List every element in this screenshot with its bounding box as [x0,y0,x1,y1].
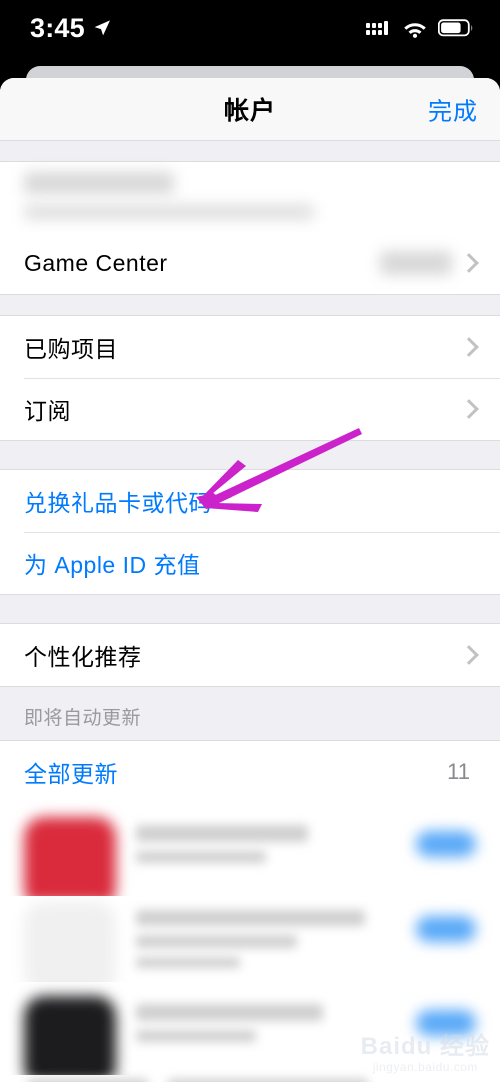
app-info [136,817,396,872]
row-update-all[interactable]: 全部更新 11 [0,741,500,803]
chevron-right-icon [459,253,479,273]
chevron-right-icon [459,645,479,665]
phone-screen: 3:45 帐户 完成 Game Center 已购项目 订阅 兑换礼品卡或代码 … [0,0,500,1082]
app-subtitle-redacted [136,1030,256,1042]
app-name-redacted [136,825,308,842]
app-update-button[interactable] [416,831,476,857]
game-center-value-redacted [380,251,452,275]
update-all-group: 全部更新 11 [0,741,500,803]
row-label-add-funds: 为 Apple ID 充值 [24,552,201,578]
row-subscriptions[interactable]: 订阅 [0,378,500,440]
section-gap [0,440,500,470]
account-email-redacted [24,204,314,220]
page-title: 帐户 [223,97,276,125]
section-gap [0,294,500,316]
updates-section-header: 即将自动更新 [0,686,500,741]
app-icon [24,902,116,994]
done-button[interactable]: 完成 [428,92,478,127]
row-label-game-center: Game Center [24,249,168,276]
row-add-funds[interactable]: 为 Apple ID 充值 [0,532,500,594]
row-game-center[interactable]: Game Center [0,232,500,294]
row-label-purchased: 已购项目 [24,336,118,362]
app-update-row[interactable] [0,803,500,909]
personalization-group: 个性化推荐 [0,624,500,686]
app-update-row[interactable] [0,1075,500,1082]
app-update-button[interactable] [416,916,476,942]
status-bar-clock: 3:45 [30,12,85,43]
redeem-group: 兑换礼品卡或代码 为 Apple ID 充值 [0,470,500,594]
location-arrow-icon [92,18,112,38]
wifi-icon [402,19,428,38]
section-gap [0,594,500,624]
row-label-redeem-gift-card: 兑换礼品卡或代码 [24,490,212,516]
row-label-subscriptions: 订阅 [24,398,71,424]
status-bar: 3:45 [0,0,500,62]
app-meta-redacted [136,957,240,968]
library-group: 已购项目 订阅 [0,316,500,440]
status-bar-right [366,19,474,38]
battery-icon [438,19,474,37]
updates-section-header-text: 即将自动更新 [24,708,142,729]
app-subtitle-redacted [136,935,298,948]
app-subtitle-redacted [136,851,266,863]
chevron-right-icon [459,337,479,357]
app-icon [24,996,116,1082]
navigation-bar: 帐户 完成 [0,78,500,140]
row-purchased[interactable]: 已购项目 [0,316,500,378]
app-info [136,902,396,977]
app-update-button[interactable] [416,1010,476,1036]
account-header-row[interactable] [0,162,500,232]
app-name-redacted [136,1004,324,1021]
cellular-bars-icon [366,19,392,37]
app-updates-list [0,803,500,1082]
account-name-redacted [24,172,174,194]
row-label-update-all: 全部更新 [24,761,118,787]
row-personalized-recommendations[interactable]: 个性化推荐 [0,624,500,686]
app-update-row[interactable] [0,982,500,1082]
account-group: Game Center [0,162,500,294]
chevron-right-icon [459,399,479,419]
status-bar-left: 3:45 [30,12,112,43]
app-update-row[interactable] [0,896,500,994]
update-count-badge: 11 [447,759,470,784]
account-sheet: 帐户 完成 Game Center 已购项目 订阅 兑换礼品卡或代码 为 App… [0,78,500,1082]
app-info [136,996,396,1051]
row-redeem-gift-card[interactable]: 兑换礼品卡或代码 [0,470,500,532]
row-label-personalized-recommendations: 个性化推荐 [24,644,142,670]
section-gap [0,140,500,162]
app-name-redacted [136,910,365,926]
